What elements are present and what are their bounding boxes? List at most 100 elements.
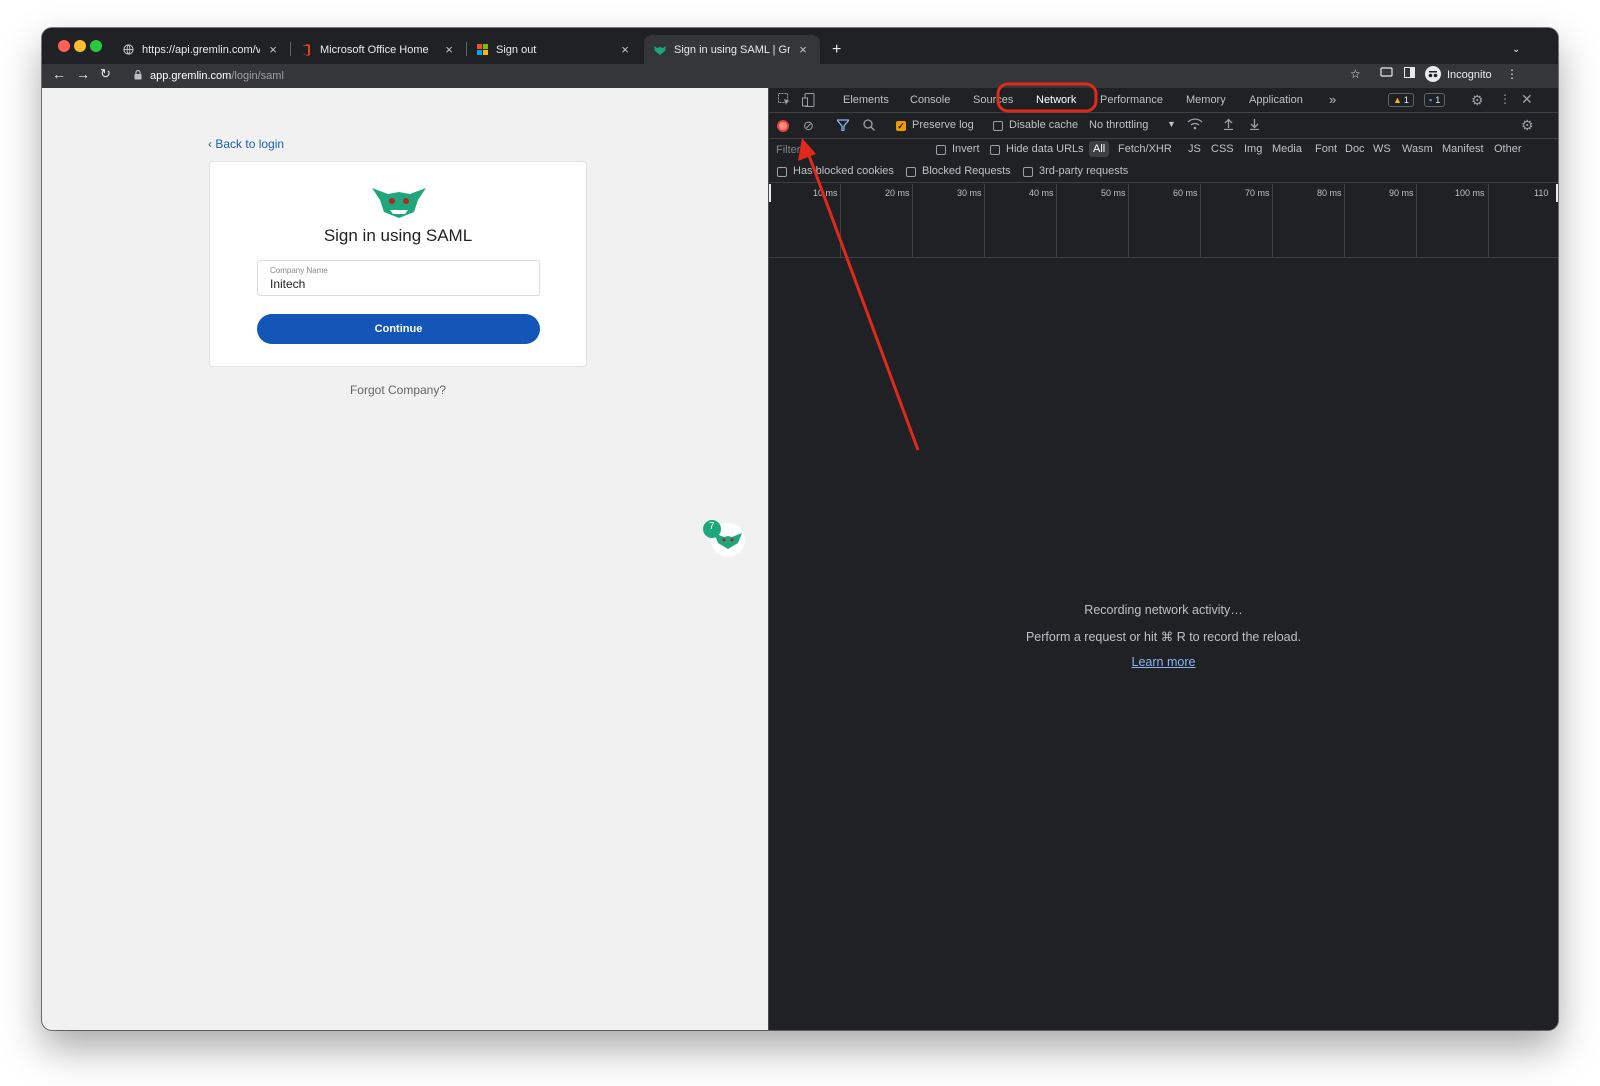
- type-filter-font[interactable]: Font: [1315, 143, 1337, 155]
- hide-data-urls-label: Hide data URLs: [1006, 143, 1084, 155]
- devtools-tab-performance[interactable]: Performance: [1100, 94, 1163, 106]
- type-filter-js[interactable]: JS: [1188, 143, 1201, 155]
- search-icon[interactable]: [863, 119, 875, 134]
- side-panel-icon[interactable]: [1404, 67, 1415, 81]
- preserve-log-checkbox[interactable]: ✓: [896, 121, 906, 131]
- network-overview-timeline[interactable]: 10 ms 20 ms 30 ms 40 ms 50 ms 60 ms 70 m…: [769, 184, 1558, 258]
- blocked-requests-label: Blocked Requests: [922, 165, 1011, 177]
- more-tabs-icon[interactable]: »: [1329, 92, 1336, 107]
- forward-arrow-icon[interactable]: →: [76, 66, 90, 82]
- tab-search-button[interactable]: ⌄: [1502, 35, 1528, 64]
- zoom-window-button[interactable]: [90, 40, 102, 52]
- browser-tab-office[interactable]: Microsoft Office Home ×: [290, 35, 466, 64]
- timeline-gridline: [1272, 184, 1273, 258]
- messages-badge[interactable]: ▪ 1: [1424, 93, 1446, 107]
- type-filter-other[interactable]: Other: [1494, 143, 1522, 155]
- browser-tab-signout[interactable]: Sign out ×: [466, 35, 642, 64]
- devtools-tab-console[interactable]: Console: [910, 94, 950, 106]
- blocked-requests-checkbox[interactable]: [906, 167, 916, 177]
- devtools-tab-application[interactable]: Application: [1249, 94, 1303, 106]
- empty-state-hint: Perform a request or hit ⌘ R to record t…: [1025, 630, 1302, 644]
- clear-icon[interactable]: ⊘: [803, 118, 814, 134]
- timeline-tick-label: 70 ms: [1245, 188, 1270, 198]
- devtools-tab-sources[interactable]: Sources: [973, 94, 1013, 106]
- browser-window: https://api.gremlin.com/v1/users × Micro…: [42, 28, 1558, 1030]
- reload-icon[interactable]: ↻: [100, 66, 111, 82]
- network-conditions-icon[interactable]: [1187, 118, 1203, 133]
- web-page: ‹ Back to login Sign in using SAML Compa…: [42, 88, 768, 1030]
- back-to-login-link[interactable]: ‹ Back to login: [208, 137, 284, 151]
- devtools-settings-icon[interactable]: ⚙: [1471, 92, 1484, 109]
- back-arrow-icon[interactable]: ←: [52, 66, 66, 82]
- type-filter-img[interactable]: Img: [1244, 143, 1262, 155]
- devtools-tab-network[interactable]: Network: [1036, 94, 1076, 106]
- minimize-window-button[interactable]: [74, 40, 86, 52]
- blocked-filter-bar: Has blocked cookies Blocked Requests 3rd…: [769, 161, 1558, 183]
- invert-checkbox[interactable]: [936, 145, 946, 155]
- type-filter-media[interactable]: Media: [1272, 143, 1302, 155]
- devtools-tab-memory[interactable]: Memory: [1186, 94, 1226, 106]
- close-tab-icon[interactable]: ×: [796, 42, 810, 57]
- new-tab-button[interactable]: +: [822, 35, 850, 64]
- timeline-gridline: [1056, 184, 1057, 258]
- devtools-close-icon[interactable]: ✕: [1521, 91, 1533, 108]
- learn-more-link[interactable]: Learn more: [1132, 655, 1196, 669]
- tab-title: Sign out: [496, 43, 537, 56]
- browser-menu-icon[interactable]: ⋮: [1506, 67, 1518, 81]
- timeline-gridline: [1200, 184, 1201, 258]
- filter-input[interactable]: Filter: [776, 144, 924, 156]
- disable-cache-checkbox[interactable]: [993, 121, 1003, 131]
- type-filter-fetch-xhr[interactable]: Fetch/XHR: [1118, 143, 1172, 155]
- type-filter-manifest[interactable]: Manifest: [1442, 143, 1484, 155]
- address-bar[interactable]: app.gremlin.com /login/saml: [130, 65, 1408, 86]
- tab-title: Microsoft Office Home: [320, 43, 429, 56]
- chevron-down-icon: ⌄: [1512, 44, 1521, 55]
- cast-icon[interactable]: [1380, 67, 1393, 81]
- type-filter-wasm[interactable]: Wasm: [1402, 143, 1433, 155]
- has-blocked-cookies-label: Has blocked cookies: [793, 165, 894, 177]
- chat-widget-button[interactable]: 7: [702, 519, 746, 559]
- hide-data-urls-checkbox[interactable]: [990, 145, 1000, 155]
- disable-cache-label: Disable cache: [1009, 119, 1079, 131]
- forgot-company-link[interactable]: Forgot Company?: [209, 383, 587, 397]
- warnings-badge[interactable]: ▲ 1: [1388, 93, 1414, 107]
- record-icon[interactable]: [777, 120, 789, 132]
- continue-button[interactable]: Continue: [257, 314, 540, 344]
- close-tab-icon[interactable]: ×: [442, 42, 456, 57]
- type-filter-ws[interactable]: WS: [1373, 143, 1391, 155]
- inspect-element-icon[interactable]: [778, 93, 791, 109]
- timeline-tick-label: 80 ms: [1317, 188, 1342, 198]
- type-filter-doc[interactable]: Doc: [1345, 143, 1365, 155]
- third-party-checkbox[interactable]: [1023, 167, 1033, 177]
- devtools-menu-icon[interactable]: ⋮: [1499, 92, 1511, 106]
- timeline-tick-label: 10 ms: [813, 188, 838, 198]
- plus-icon: +: [832, 40, 842, 58]
- devtools-tab-elements[interactable]: Elements: [843, 94, 889, 106]
- network-toolbar: ⊘ ✓ Preserve log Disable cache No thrott…: [769, 113, 1558, 139]
- close-tab-icon[interactable]: ×: [266, 42, 280, 57]
- timeline-handle-right[interactable]: [1556, 184, 1558, 202]
- timeline-tick-label: 40 ms: [1029, 188, 1054, 198]
- import-har-icon[interactable]: [1223, 118, 1234, 133]
- throttling-select[interactable]: No throttling: [1089, 119, 1148, 131]
- close-window-button[interactable]: [58, 40, 70, 52]
- company-name-field[interactable]: Company Name Initech: [257, 260, 540, 296]
- timeline-handle-left[interactable]: [769, 184, 771, 202]
- device-toolbar-icon[interactable]: [802, 93, 815, 110]
- has-blocked-cookies-checkbox[interactable]: [777, 167, 787, 177]
- timeline-gridline: [1128, 184, 1129, 258]
- export-har-icon[interactable]: [1249, 118, 1260, 133]
- close-tab-icon[interactable]: ×: [618, 42, 632, 57]
- bookmark-star-icon[interactable]: ☆: [1350, 67, 1361, 81]
- browser-tab-api[interactable]: https://api.gremlin.com/v1/users ×: [112, 35, 290, 64]
- type-filter-all[interactable]: All: [1089, 141, 1110, 157]
- timeline-gridline: [984, 184, 985, 258]
- message-icon: ▪: [1429, 95, 1433, 105]
- browser-tab-gremlin[interactable]: Sign in using SAML | Gremlin ×: [644, 35, 820, 64]
- type-filter-css[interactable]: CSS: [1211, 143, 1234, 155]
- profile-label[interactable]: Incognito: [1447, 69, 1492, 81]
- filter-icon[interactable]: [835, 119, 851, 134]
- network-settings-icon[interactable]: ⚙: [1521, 117, 1534, 134]
- devtools-panel: Elements Console Sources Network Perform…: [768, 88, 1558, 1030]
- company-name-label: Company Name: [270, 266, 328, 275]
